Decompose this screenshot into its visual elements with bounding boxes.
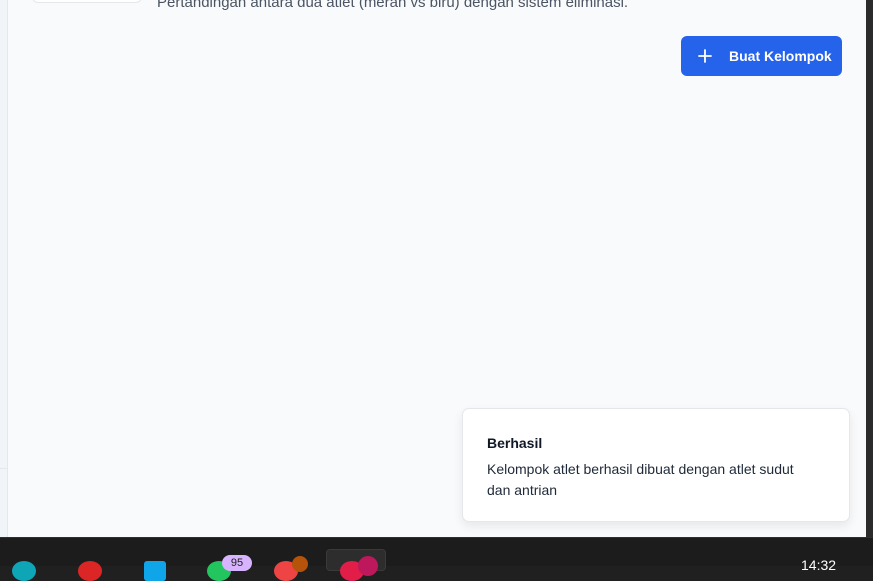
success-toast[interactable]: Berhasil Kelompok atlet berhasil dibuat … [462,408,850,522]
window-edge [866,0,873,537]
create-group-label: Buat Kelompok [729,48,832,64]
chrome-icon[interactable] [78,561,102,581]
category-description: Pertandingan antara dua atlet (merah vs … [157,0,629,11]
files-icon[interactable] [144,561,166,581]
profile-icon[interactable] [292,556,308,572]
app-window: Pertandingan antara dua atlet (merah vs … [0,0,867,537]
sidebar-divider [0,468,7,469]
toast-title: Berhasil [487,435,543,451]
taskbar-clock[interactable]: 14:32 [801,557,836,573]
category-card[interactable] [32,0,142,3]
toast-message: Kelompok atlet berhasil dibuat dengan at… [487,461,794,498]
create-group-button[interactable]: Buat Kelompok [681,36,842,76]
sidebar-edge [0,0,8,537]
browser-icon[interactable] [12,561,36,581]
taskbar: 95 14:32 [0,537,873,581]
active-app-badge-icon [358,556,378,576]
plus-icon [698,49,712,63]
notification-badge: 95 [222,555,252,571]
